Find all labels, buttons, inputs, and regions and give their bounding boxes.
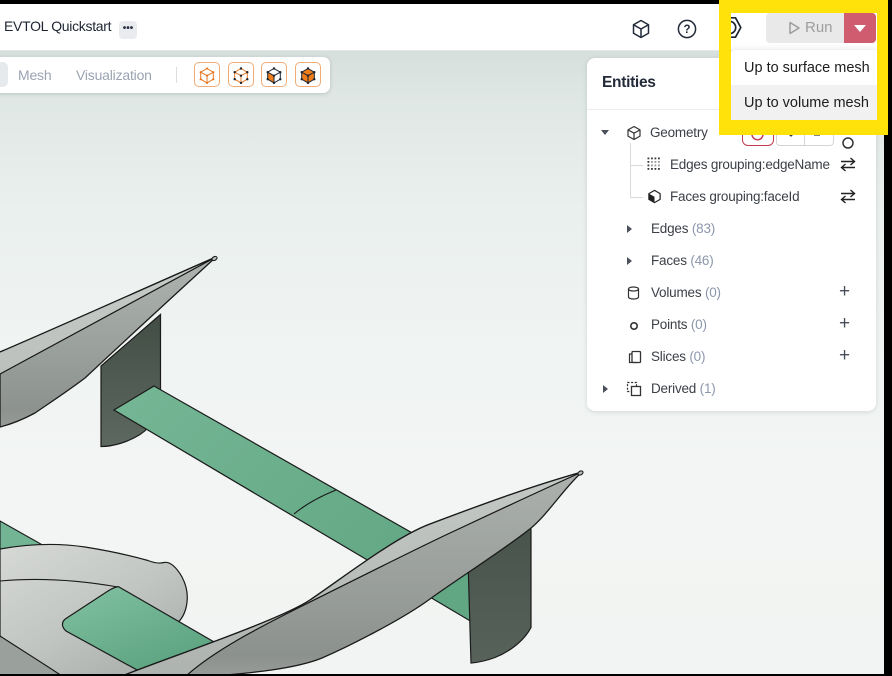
svg-text:?: ? [683, 24, 690, 36]
